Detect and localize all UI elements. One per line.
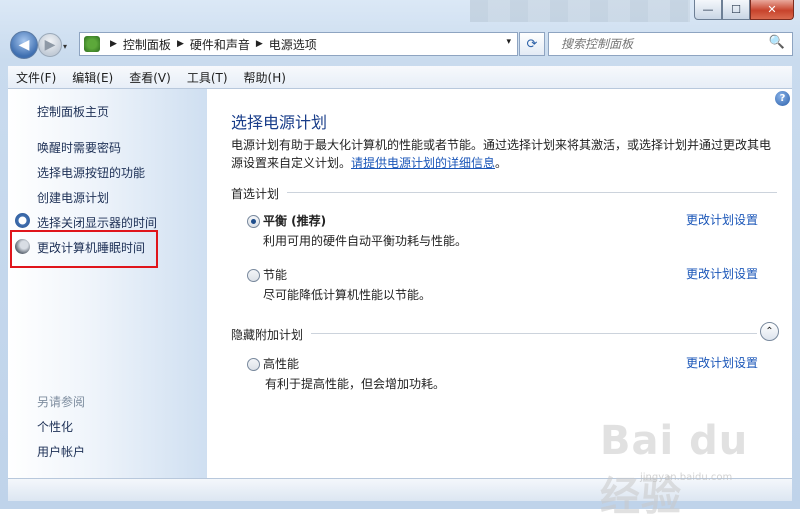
collapse-chevron-icon[interactable]: ⌃ bbox=[760, 322, 779, 341]
help-icon[interactable]: ? bbox=[775, 91, 790, 106]
sidebar-home-link[interactable]: 控制面板主页 bbox=[37, 103, 109, 120]
chevron-right-icon[interactable]: ▶ bbox=[110, 39, 117, 49]
preferred-plans-section: 首选计划 bbox=[231, 185, 777, 202]
clock-icon bbox=[15, 213, 30, 228]
chevron-right-icon[interactable]: ▶ bbox=[256, 39, 263, 49]
watermark-url: jingyan.baidu.com bbox=[640, 472, 733, 483]
plan-desc-power-saver: 尽可能降低计算机性能以节能。 bbox=[263, 288, 432, 302]
page-description: 电源计划有助于最大化计算机的性能或者节能。通过选择计划来将其激活，或选择计划并通… bbox=[231, 136, 779, 172]
see-also-title: 另请参阅 bbox=[37, 395, 86, 409]
breadcrumb-hardware-sound[interactable]: 硬件和声音 bbox=[190, 36, 250, 53]
minimize-button[interactable]: — bbox=[694, 0, 722, 20]
sidebar-item-power-button[interactable]: 选择电源按钮的功能 bbox=[37, 164, 145, 181]
refresh-button[interactable]: ⟳ bbox=[519, 32, 545, 56]
maximize-button[interactable]: ☐ bbox=[722, 0, 750, 20]
preferred-plans-title: 首选计划 bbox=[231, 185, 288, 202]
change-plan-power-saver-link[interactable]: 更改计划设置 bbox=[686, 265, 758, 282]
plan-desc-high-performance: 有利于提高性能，但会增加功耗。 bbox=[265, 377, 446, 391]
section-divider bbox=[231, 192, 777, 193]
sidebar-item-user-accounts[interactable]: 用户帐户 bbox=[37, 443, 85, 460]
change-plan-high-performance-link[interactable]: 更改计划设置 bbox=[686, 354, 758, 371]
back-button[interactable]: ◀ bbox=[10, 31, 38, 59]
breadcrumb-control-panel[interactable]: 控制面板 bbox=[123, 36, 171, 53]
plan-name-high-performance: 高性能 bbox=[263, 357, 300, 371]
address-bar[interactable]: ▶ 控制面板 ▶ 硬件和声音 ▶ 电源选项 ▾ bbox=[79, 32, 518, 56]
high-performance-radio[interactable] bbox=[247, 358, 260, 371]
menu-view[interactable]: 查看(V) bbox=[121, 69, 179, 86]
control-panel-icon bbox=[84, 36, 100, 52]
change-plan-balanced-link[interactable]: 更改计划设置 bbox=[686, 211, 758, 228]
address-dropdown-icon[interactable]: ▾ bbox=[506, 37, 511, 47]
plan-name-balanced: 平衡 (推荐) bbox=[263, 212, 326, 229]
hidden-plans-section: 隐藏附加计划 bbox=[231, 326, 757, 343]
baidu-watermark-logo: Bai du 经验 bbox=[600, 418, 749, 520]
description-end: 。 bbox=[495, 156, 508, 170]
sidebar-item-display-off[interactable]: 选择关闭显示器的时间 bbox=[37, 214, 157, 231]
menu-file[interactable]: 文件(F) bbox=[8, 69, 64, 86]
plan-details-link[interactable]: 请提供电源计划的详细信息 bbox=[351, 156, 495, 170]
menu-bar: 文件(F) 编辑(E) 查看(V) 工具(T) 帮助(H) bbox=[8, 66, 792, 89]
search-icon[interactable]: 🔍 bbox=[769, 35, 785, 50]
menu-tools[interactable]: 工具(T) bbox=[179, 69, 236, 86]
search-box[interactable]: 🔍 bbox=[548, 32, 793, 56]
navigation-bar: ◀ ▶ ▾ ▶ 控制面板 ▶ 硬件和声音 ▶ 电源选项 ▾ ⟳ 🔍 bbox=[0, 28, 800, 62]
forward-button[interactable]: ▶ bbox=[38, 33, 62, 57]
menu-help[interactable]: 帮助(H) bbox=[236, 69, 294, 86]
sidebar: 控制面板主页 唤醒时需要密码 选择电源按钮的功能 创建电源计划 选择关闭显示器的… bbox=[8, 89, 207, 478]
hidden-plans-title: 隐藏附加计划 bbox=[231, 326, 312, 343]
search-input[interactable] bbox=[559, 36, 773, 52]
control-panel-window: — ☐ ✕ ◀ ▶ ▾ ▶ 控制面板 ▶ 硬件和声音 ▶ 电源选项 ▾ ⟳ 🔍 … bbox=[0, 0, 800, 520]
plan-desc-balanced: 利用可用的硬件自动平衡功耗与性能。 bbox=[263, 234, 468, 248]
plan-name-balanced-text: 平衡 (推荐) bbox=[263, 214, 327, 228]
caption-buttons: — ☐ ✕ bbox=[694, 0, 794, 20]
recent-pages-dropdown-icon[interactable]: ▾ bbox=[63, 42, 67, 51]
sidebar-item-create-plan[interactable]: 创建电源计划 bbox=[37, 189, 109, 206]
breadcrumb-power-options[interactable]: 电源选项 bbox=[269, 36, 317, 53]
balanced-radio[interactable] bbox=[247, 215, 260, 228]
menu-edit[interactable]: 编辑(E) bbox=[64, 69, 121, 86]
page-title: 选择电源计划 bbox=[231, 113, 328, 132]
red-highlight-box bbox=[10, 230, 158, 268]
sidebar-item-personalize[interactable]: 个性化 bbox=[37, 418, 73, 435]
background-document bbox=[470, 0, 690, 22]
power-saver-radio[interactable] bbox=[247, 269, 260, 282]
close-button[interactable]: ✕ bbox=[750, 0, 794, 20]
plan-name-power-saver: 节能 bbox=[263, 268, 288, 282]
chevron-right-icon[interactable]: ▶ bbox=[177, 39, 184, 49]
sidebar-item-wake-password[interactable]: 唤醒时需要密码 bbox=[37, 139, 121, 156]
